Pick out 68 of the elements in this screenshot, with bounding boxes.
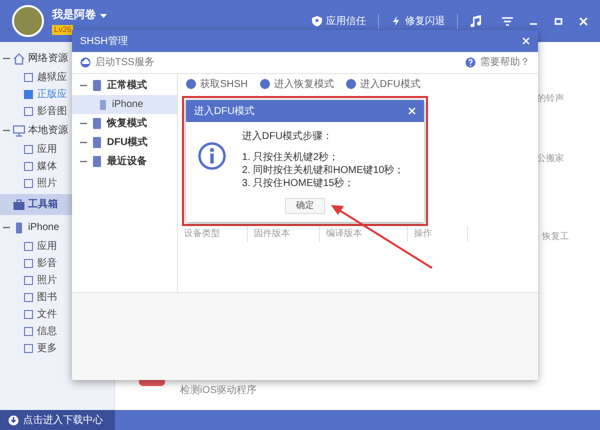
app-trust-button[interactable]: 应用信任 [312, 14, 379, 28]
lightning-icon [391, 16, 401, 26]
fix-crash-button[interactable]: 修复闪退 [391, 14, 458, 28]
steps-heading: 进入DFU模式步骤： [242, 130, 334, 143]
sidebar-section[interactable]: iPhone [0, 217, 114, 238]
help-link[interactable]: 需要帮助？ [465, 55, 530, 70]
close-icon[interactable] [408, 107, 416, 115]
sidebar-item[interactable]: 信息 [0, 323, 114, 340]
collapse-icon[interactable] [3, 127, 10, 134]
column-header: 设备类型 [178, 226, 248, 242]
collapse-icon[interactable] [3, 55, 10, 62]
sidebar-item[interactable]: 照片 [0, 272, 114, 289]
house-icon [13, 52, 25, 64]
download-center-bar[interactable]: 点击进入下载中心 [0, 410, 115, 430]
close-icon[interactable] [522, 37, 530, 45]
toolbar-button[interactable]: 进入DFU模式 [346, 76, 420, 92]
sidebar-item[interactable]: 影音 [0, 255, 114, 272]
sidebar-item[interactable]: 应用 [0, 238, 114, 255]
tss-service-button[interactable]: 启动TSS服务 [80, 55, 154, 70]
column-header: 操作 [408, 226, 468, 242]
shield-icon [312, 16, 322, 26]
step-text: 2. 同时按住关机键和HOME键10秒； [242, 164, 404, 177]
dfu-dialog-title: 进入DFU模式 [194, 104, 256, 118]
migration-text: 公搬家 [537, 152, 564, 165]
tree-node[interactable]: 正常模式 [72, 76, 177, 95]
cloud-icon [80, 57, 91, 68]
dialog-title: SHSH管理 [80, 34, 129, 48]
device-icon [93, 80, 101, 91]
caret-icon[interactable] [100, 14, 107, 18]
toolbar-button[interactable]: 获取SHSH [186, 76, 248, 92]
tree-node[interactable]: DFU模式 [72, 133, 177, 152]
collapse-icon[interactable] [3, 224, 10, 231]
column-header: 固件版本 [248, 226, 320, 242]
collapse-icon[interactable] [80, 158, 87, 165]
driver-check-text[interactable]: 检测iOS驱动程序 [180, 383, 257, 398]
collapse-icon[interactable] [80, 82, 87, 89]
sidebar-item[interactable]: 文件 [0, 306, 114, 323]
avatar[interactable] [12, 5, 44, 37]
close-icon[interactable] [579, 16, 588, 26]
tree-node[interactable]: 最近设备 [72, 152, 177, 171]
device-icon [93, 118, 101, 129]
phone-icon [100, 100, 106, 110]
tree-node[interactable]: 恢复模式 [72, 114, 177, 133]
column-header: 编译版本 [320, 226, 408, 242]
restore-text: 恢复工 [542, 230, 569, 243]
toolbar-button[interactable]: 进入恢复模式 [260, 76, 334, 92]
music-icon[interactable] [470, 15, 482, 27]
ok-button[interactable]: 确定 [285, 198, 325, 214]
download-center-text: 点击进入下载中心 [23, 414, 103, 428]
step-text: 3. 只按住HOME键15秒； [242, 177, 356, 190]
monitor-icon [13, 124, 25, 136]
device-icon [93, 156, 101, 167]
tree-item[interactable]: iPhone [72, 95, 177, 114]
sidebar-item[interactable]: 更多 [0, 340, 114, 357]
collapse-icon[interactable] [80, 120, 87, 127]
sidebar-item[interactable]: 照片 [0, 175, 114, 192]
sidebar-item[interactable]: 图书 [0, 289, 114, 306]
help-icon [465, 57, 476, 68]
collapse-icon[interactable] [80, 139, 87, 146]
toolbox-icon [13, 198, 25, 210]
maximize-icon[interactable] [554, 16, 563, 26]
menu-icon[interactable] [502, 16, 513, 26]
user-name[interactable]: 我是阿卷 [52, 7, 96, 24]
level-badge: Lv26 [52, 24, 74, 35]
info-icon [198, 142, 226, 170]
phone-icon [13, 222, 25, 234]
step-text: 1. 只按住关机键2秒； [242, 151, 340, 164]
device-icon [93, 137, 101, 148]
